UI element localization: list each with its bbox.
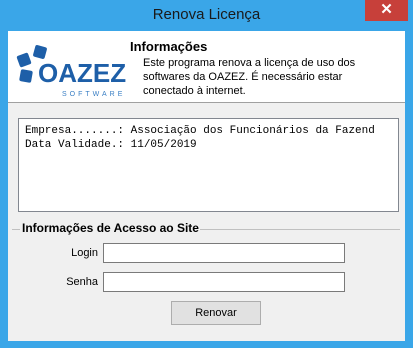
group-divider-right [200, 229, 400, 230]
oazez-logo: OAZEZ SOFTWARE [16, 45, 126, 98]
memo-line-validity: Data Validade.: 11/05/2019 [25, 139, 197, 151]
info-title: Informações [130, 39, 208, 54]
svg-text:SOFTWARE: SOFTWARE [62, 91, 125, 98]
password-field[interactable] [103, 272, 345, 292]
client-area: Empresa.......: Associação dos Funcionár… [8, 102, 405, 341]
window-title: Renova Licença [152, 6, 261, 23]
login-label: Login [71, 247, 98, 259]
group-divider-left [12, 229, 20, 230]
svg-text:OAZEZ: OAZEZ [38, 58, 126, 88]
info-description: Este programa renova a licença de uso do… [143, 57, 356, 97]
password-label: Senha [66, 276, 98, 288]
access-group-title: Informações de Acesso ao Site [22, 221, 199, 235]
close-button[interactable]: ✕ [365, 0, 408, 21]
title-bar: Renova Licença ✕ [0, 0, 413, 31]
license-info-memo[interactable]: Empresa.......: Associação dos Funcionár… [18, 118, 399, 212]
memo-line-company: Empresa.......: Associação dos Funcionár… [25, 125, 375, 137]
renew-button[interactable]: Renovar [171, 301, 261, 325]
header-panel: OAZEZ SOFTWARE Informações Este programa… [8, 31, 405, 102]
login-field[interactable] [103, 243, 345, 263]
